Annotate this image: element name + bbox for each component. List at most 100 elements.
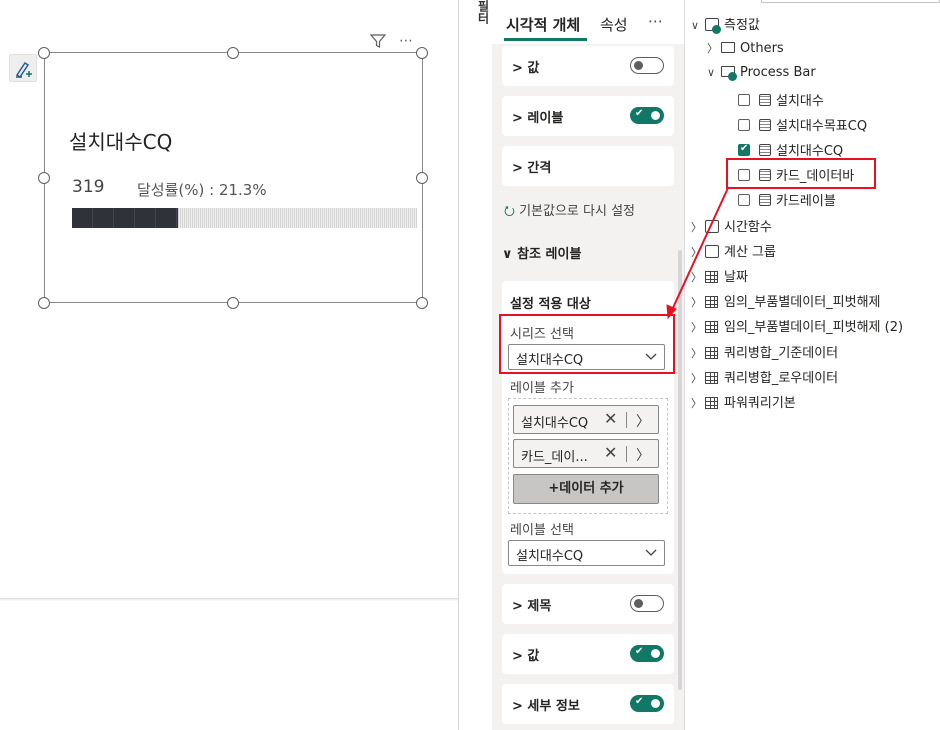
active-tab-indicator (504, 38, 587, 41)
remove-icon[interactable]: ✕ (604, 409, 617, 428)
chevron-right-icon: 〉 (691, 397, 702, 410)
table-icon (705, 372, 718, 384)
tree-node-measures[interactable]: ∨ 측정값 (691, 14, 760, 34)
calculator-icon (759, 194, 771, 206)
table-icon (705, 296, 718, 308)
tree-node-date[interactable]: 〉 날짜 (691, 266, 748, 286)
resize-handle-left[interactable] (38, 172, 50, 184)
calculator-icon (759, 119, 771, 131)
report-canvas: ⋯ 설치대수CQ 319 달성률(%) : 21.3% (0, 0, 458, 730)
label-list: 설치대수CQ ✕ 〉 카드_데이... ✕ 〉 +데이터 추가 (508, 398, 668, 514)
resize-handle-right[interactable] (416, 172, 428, 184)
toggle-switch[interactable] (630, 695, 664, 712)
folder-open-icon (721, 66, 737, 81)
toggle-switch[interactable] (630, 107, 664, 124)
table-icon (705, 347, 718, 359)
field-checkbox[interactable] (738, 94, 750, 106)
remove-icon[interactable]: ✕ (604, 443, 617, 462)
progress-bar (72, 208, 417, 228)
format-painter-button[interactable] (9, 54, 37, 82)
section-title-settings[interactable]: > 제목 (502, 584, 674, 624)
more-options-icon[interactable]: ⋯ (648, 12, 663, 30)
calculator-icon (759, 144, 771, 156)
card-rate-label: 달성률(%) : 21.3% (137, 181, 267, 199)
chevron-down-icon: ∨ (707, 66, 716, 79)
section-label: > 레이블 (512, 111, 564, 126)
calculation-group-icon (705, 245, 719, 258)
divider (626, 446, 627, 462)
resize-handle-bottom[interactable] (227, 297, 239, 309)
section-label: > 값 (512, 649, 540, 664)
chevron-right-icon: 〉 (691, 246, 702, 259)
calculation-group-icon (705, 220, 719, 233)
data-pane: ∨ 측정값 〉 Others ∨ Process Bar 설치대수 설치대수목표CQ … (685, 0, 940, 730)
filters-pane-collapsed[interactable]: 필터 (462, 0, 492, 30)
section-values[interactable]: > 값 (502, 46, 674, 86)
divider (626, 412, 627, 428)
field-checkbox-checked[interactable] (738, 143, 750, 156)
chevron-right-icon: 〉 (707, 42, 718, 55)
resize-handle-top-right[interactable] (416, 47, 428, 59)
date-table-icon (705, 271, 718, 283)
resize-handle-bottom-left[interactable] (38, 297, 50, 309)
resize-handle-top-left[interactable] (38, 47, 50, 59)
label-select-dropdown[interactable]: 설치대수CQ (508, 540, 665, 566)
tree-node-table[interactable]: 〉 임의_부품별데이터_피벗해제 (2) (691, 316, 903, 336)
format-pane-scrollbar[interactable] (678, 250, 682, 690)
chevron-right-icon: 〉 (691, 221, 702, 234)
table-icon (705, 321, 718, 333)
tree-folder-others[interactable]: 〉 Others (707, 40, 784, 60)
resize-handle-top[interactable] (227, 47, 239, 59)
section-label: > 제목 (512, 599, 552, 614)
chevron-down-icon (644, 543, 658, 566)
toggle-switch[interactable] (630, 645, 664, 662)
toggle-switch[interactable] (630, 57, 664, 74)
tab-visual[interactable]: 시각적 개체 (506, 14, 580, 35)
measure-table-icon (705, 18, 721, 34)
tab-general[interactable]: 속성 (600, 14, 628, 35)
field-item[interactable]: 카드레이블 (738, 190, 836, 210)
tree-node-table[interactable]: 〉 임의_부품별데이터_피벗해제 (691, 291, 881, 311)
tree-node-table[interactable]: 〉 쿼리병합_로우데이터 (691, 367, 838, 387)
section-label: > 값 (512, 61, 540, 76)
filter-icon[interactable] (369, 33, 387, 53)
field-item[interactable]: 설치대수목표CQ (738, 115, 867, 135)
chevron-right-icon[interactable]: 〉 (636, 411, 650, 431)
reference-labels-header[interactable]: ∨ 참조 레이블 (502, 243, 581, 262)
resize-handle-bottom-right[interactable] (416, 297, 428, 309)
canvas-divider (458, 0, 459, 730)
section-spacing[interactable]: > 간격 (502, 146, 674, 186)
folder-icon (721, 42, 735, 53)
field-item[interactable]: 설치대수 (738, 90, 824, 110)
highlight-series-select (499, 314, 675, 374)
tree-folder-process-bar[interactable]: ∨ Process Bar (707, 65, 816, 85)
section-labels[interactable]: > 레이블 (502, 96, 674, 136)
reset-default-link[interactable]: ⭮ 기본값으로 다시 설정 (504, 200, 635, 224)
card-title: 설치대수CQ (69, 130, 173, 154)
toggle-switch[interactable] (630, 595, 664, 612)
apply-settings-title: 설정 적용 대상 (510, 297, 591, 312)
section-details[interactable]: > 세부 정보 (502, 684, 674, 724)
field-item[interactable]: 설치대수CQ (738, 140, 843, 160)
tree-node-calculation-group[interactable]: 〉 계산 그룹 (691, 241, 776, 261)
section-value-settings[interactable]: > 값 (502, 634, 674, 674)
search-box-edge (761, 0, 940, 3)
section-label: > 간격 (512, 161, 552, 176)
label-item[interactable]: 카드_데이... ✕ 〉 (513, 439, 659, 468)
more-options-icon[interactable]: ⋯ (399, 33, 413, 49)
add-data-button[interactable]: +데이터 추가 (513, 474, 659, 504)
label-item[interactable]: 설치대수CQ ✕ 〉 (513, 405, 659, 434)
highlight-field (726, 158, 876, 189)
page-bottom-shadow (0, 598, 458, 601)
chevron-right-icon[interactable]: 〉 (636, 445, 650, 465)
chevron-right-icon: 〉 (691, 372, 702, 385)
tree-node-time-functions[interactable]: 〉 시간함수 (691, 216, 772, 236)
reset-icon: ⭮ (504, 204, 515, 219)
tree-node-table[interactable]: 〉 파워쿼리기본 (691, 392, 796, 412)
tree-node-table[interactable]: 〉 쿼리병합_기준데이터 (691, 342, 838, 362)
field-checkbox[interactable] (738, 194, 750, 206)
chevron-right-icon: 〉 (691, 321, 702, 334)
table-icon (705, 397, 718, 409)
section-label: > 세부 정보 (512, 699, 580, 714)
field-checkbox[interactable] (738, 119, 750, 131)
